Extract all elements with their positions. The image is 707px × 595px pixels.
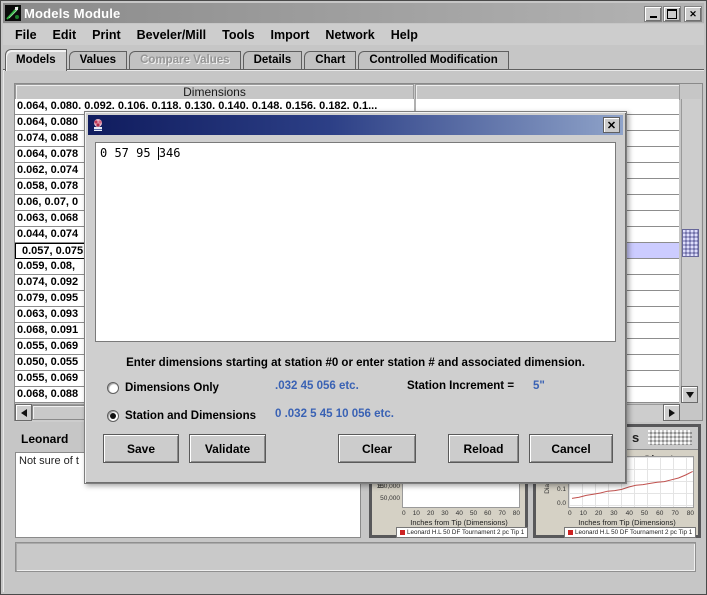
validate-button[interactable]: Validate: [189, 434, 266, 463]
chart-legend: Leonard H.L 50 DF Tournament 2 pc Tip 1: [564, 527, 696, 538]
station-dimensions-example: 0 .032 5 45 10 056 etc.: [275, 408, 394, 420]
status-bar: [15, 542, 696, 572]
tab-controlled-modification[interactable]: Controlled Modification: [358, 51, 508, 70]
x-tick: 40: [456, 510, 463, 517]
menu-file[interactable]: File: [7, 26, 45, 44]
window-title: Models Module: [24, 6, 121, 21]
clear-button[interactable]: Clear: [338, 434, 416, 463]
reload-button[interactable]: Reload: [448, 434, 519, 463]
menu-import[interactable]: Import: [263, 26, 318, 44]
maximize-button[interactable]: [663, 6, 681, 22]
radio-station-and-dimensions[interactable]: Station and Dimensions: [107, 408, 256, 424]
close-icon: ✕: [607, 119, 616, 132]
x-ticks: 0 10 20 30 40 50 60 70 80: [402, 510, 520, 517]
x-tick: 50: [470, 510, 477, 517]
x-tick: 50: [641, 510, 648, 517]
menu-edit[interactable]: Edit: [45, 26, 85, 44]
minimize-button[interactable]: [644, 6, 662, 22]
x-tick: 70: [671, 510, 678, 517]
radio-dimensions-only[interactable]: Dimensions Only: [107, 380, 219, 396]
dialog-instructions: Enter dimensions starting at station #0 …: [85, 357, 626, 369]
vertical-scrollbar-thumb[interactable]: [682, 229, 699, 257]
tab-compare-values[interactable]: Compare Values: [129, 51, 240, 70]
menu-beveler-mill[interactable]: Beveler/Mill: [129, 26, 214, 44]
tab-strip: ModelsValuesCompare ValuesDetailsChartCo…: [5, 48, 704, 70]
menu-help[interactable]: Help: [383, 26, 426, 44]
radio-label: Station and Dimensions: [125, 410, 256, 422]
tab-divider: [3, 69, 704, 70]
radio-icon[interactable]: [107, 382, 119, 394]
x-tick: 10: [413, 510, 420, 517]
menu-network[interactable]: Network: [317, 26, 382, 44]
x-tick: 30: [441, 510, 448, 517]
x-axis-label: Inches from Tip (Dimensions): [392, 518, 526, 527]
menu-print[interactable]: Print: [84, 26, 128, 44]
menu-bar: FileEditPrintBeveler/MillToolsImportNetw…: [3, 24, 704, 45]
dimensions-entry-dialog: ✕ 0 57 95 346 Enter dimensions starting …: [84, 111, 627, 484]
x-tick: 0: [402, 510, 406, 517]
scroll-left-button[interactable]: [15, 404, 32, 421]
save-button[interactable]: Save: [103, 434, 179, 463]
legend-text: Leonard H.L 50 DF Tournament 2 pc Tip 1: [407, 529, 524, 536]
dialog-title-bar[interactable]: ✕: [88, 115, 623, 135]
dimensions-only-example: .032 45 056 etc.: [275, 380, 359, 392]
title-bar[interactable]: Models Module ✕: [3, 3, 704, 23]
notes-text: Not sure of t: [19, 455, 79, 467]
app-window: Models Module ✕ FileEditPrintBeveler/Mil…: [0, 0, 707, 595]
legend-text: Leonard H.L 50 DF Tournament 2 pc Tip 1: [575, 529, 692, 536]
column-header-empty[interactable]: [415, 84, 680, 100]
dialog-icon: [91, 118, 106, 133]
radio-label: Dimensions Only: [125, 382, 219, 394]
arrow-down-icon: [686, 392, 694, 402]
arrow-right-icon: [669, 409, 679, 417]
app-icon: [5, 5, 21, 21]
station-increment-label: Station Increment =: [407, 380, 514, 392]
minimize-icon: [650, 16, 657, 18]
x-tick: 60: [484, 510, 491, 517]
x-axis-label: Inches from Tip (Dimensions): [560, 518, 694, 527]
frame-title-fragment: s: [632, 430, 639, 445]
model-name-label: Leonard: [21, 432, 68, 446]
menu-tools[interactable]: Tools: [214, 26, 262, 44]
y-tick: 0.0: [540, 500, 566, 507]
chart-legend: Leonard H.L 50 DF Tournament 2 pc Tip 1: [396, 527, 528, 538]
x-tick: 40: [626, 510, 633, 517]
scroll-right-button[interactable]: [663, 404, 680, 421]
x-tick: 80: [687, 510, 694, 517]
legend-swatch: [568, 530, 573, 535]
tab-models[interactable]: Models: [5, 49, 67, 71]
tab-values[interactable]: Values: [69, 51, 127, 70]
arrow-left-icon: [17, 409, 27, 417]
scroll-down-button[interactable]: [681, 386, 698, 403]
y-tick: 50,000: [374, 495, 400, 502]
tab-details[interactable]: Details: [243, 51, 303, 70]
x-tick: 80: [513, 510, 520, 517]
text-caret: [158, 147, 159, 160]
station-increment-value: 5": [533, 380, 545, 392]
maximize-icon: [667, 9, 677, 19]
dialog-close-button[interactable]: ✕: [603, 117, 620, 133]
x-ticks: 0 10 20 30 40 50 60 70 80: [568, 510, 694, 517]
close-icon: ✕: [689, 9, 697, 20]
dimensions-input-textarea[interactable]: 0 57 95 346: [95, 142, 616, 342]
x-tick: 0: [568, 510, 572, 517]
tab-chart[interactable]: Chart: [304, 51, 356, 70]
x-tick: 20: [427, 510, 434, 517]
x-tick: 60: [656, 510, 663, 517]
x-tick: 70: [498, 510, 505, 517]
cancel-button[interactable]: Cancel: [529, 434, 613, 463]
legend-swatch: [400, 530, 405, 535]
x-tick: 10: [580, 510, 587, 517]
x-tick: 30: [610, 510, 617, 517]
close-button[interactable]: ✕: [684, 6, 702, 22]
titlebar-bumps-texture: [648, 430, 692, 445]
radio-icon[interactable]: [107, 410, 119, 422]
column-header-dimensions[interactable]: Dimensions: [15, 84, 414, 100]
x-tick: 20: [595, 510, 602, 517]
